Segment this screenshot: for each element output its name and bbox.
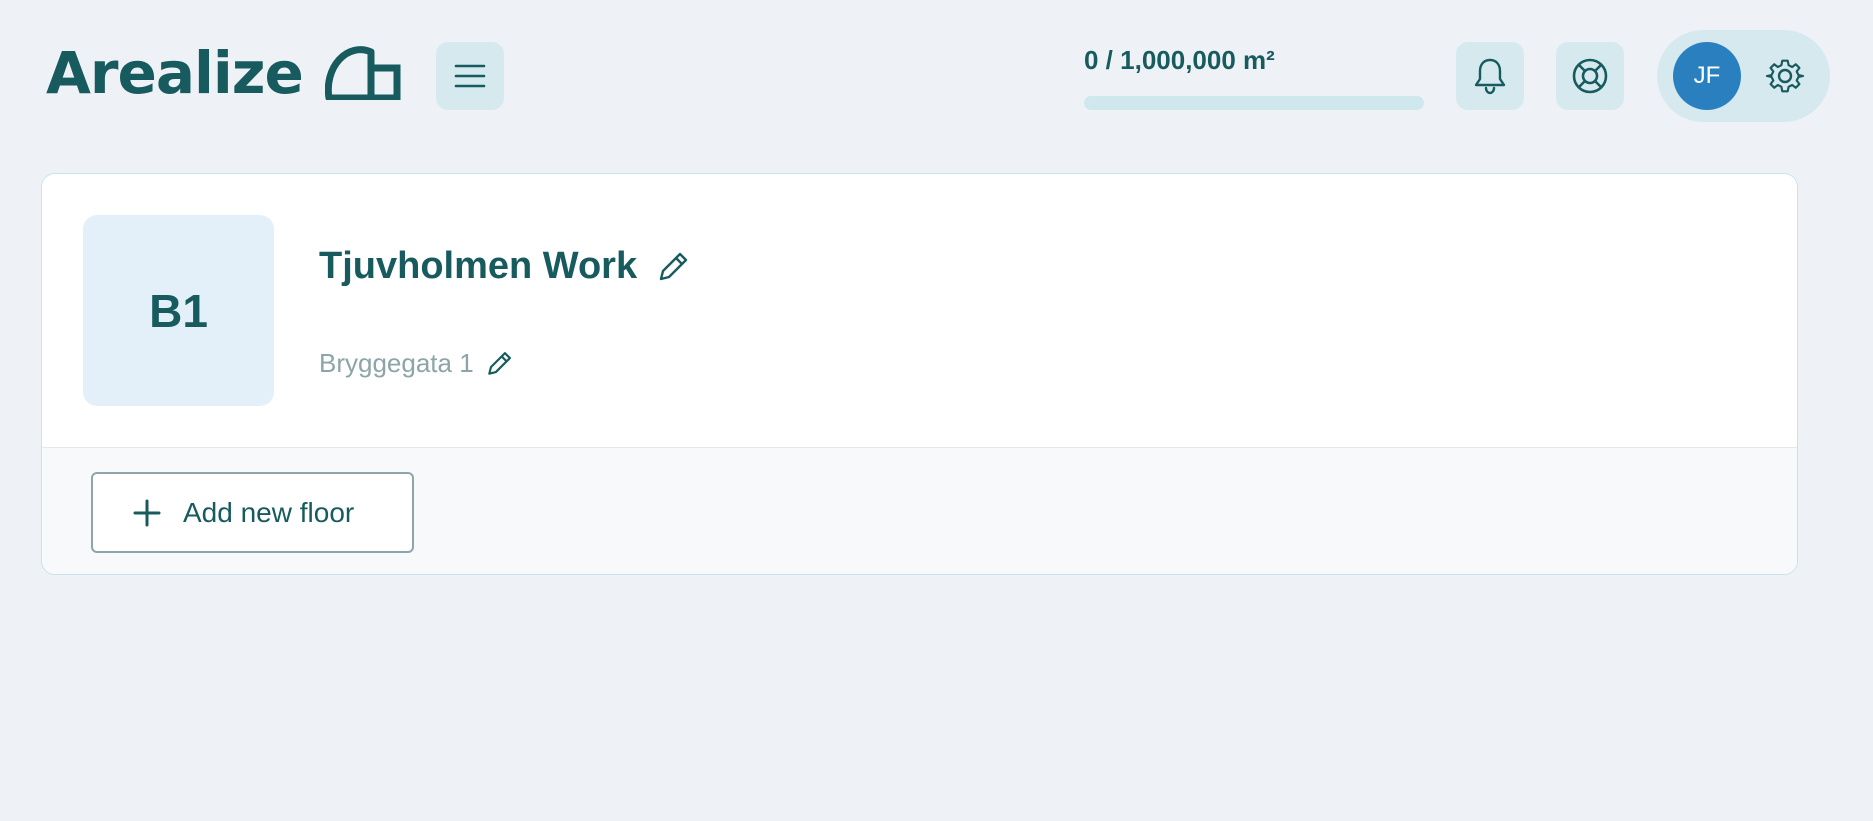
app-logo[interactable]: Arealize (46, 44, 401, 102)
area-usage-text: 0 / 1,000,000 m² (1084, 45, 1275, 75)
add-floor-label: Add new floor (183, 496, 355, 528)
menu-button[interactable] (436, 42, 504, 110)
avatar[interactable]: JF (1673, 42, 1741, 110)
building-name: Tjuvholmen Work (319, 245, 638, 287)
notifications-button[interactable] (1456, 42, 1524, 110)
building-mark-icon (324, 46, 401, 100)
gear-icon (1765, 59, 1805, 93)
building-address: Bryggegata 1 (319, 348, 474, 378)
building-card-footer: Add new floor (42, 447, 1797, 574)
area-usage: 0 / 1,000,000 m² (1084, 44, 1424, 110)
add-floor-button[interactable]: Add new floor (91, 472, 414, 553)
bell-icon (1474, 58, 1506, 95)
building-card-header: B1 Tjuvholmen Work Bryggegata 1 (42, 174, 1797, 447)
help-button[interactable] (1556, 42, 1624, 110)
pencil-icon (487, 352, 511, 375)
pencil-icon (659, 252, 688, 281)
logo-text: Arealize (46, 39, 304, 107)
hamburger-menu-icon (454, 64, 486, 88)
building-badge[interactable]: B1 (83, 215, 274, 406)
area-usage-bar (1084, 96, 1424, 110)
building-address-row: Bryggegata 1 (319, 346, 514, 380)
edit-name-button[interactable] (657, 249, 691, 283)
settings-button[interactable] (1763, 54, 1807, 98)
plus-icon (133, 499, 161, 526)
lifebuoy-icon (1572, 58, 1608, 94)
top-bar: Arealize 0 / 1,000,000 m² JF (0, 0, 1873, 150)
building-card: B1 Tjuvholmen Work Bryggegata 1 Add new … (41, 173, 1798, 575)
edit-address-button[interactable] (486, 349, 514, 377)
building-name-row: Tjuvholmen Work (319, 242, 691, 290)
user-menu: JF (1657, 30, 1830, 122)
